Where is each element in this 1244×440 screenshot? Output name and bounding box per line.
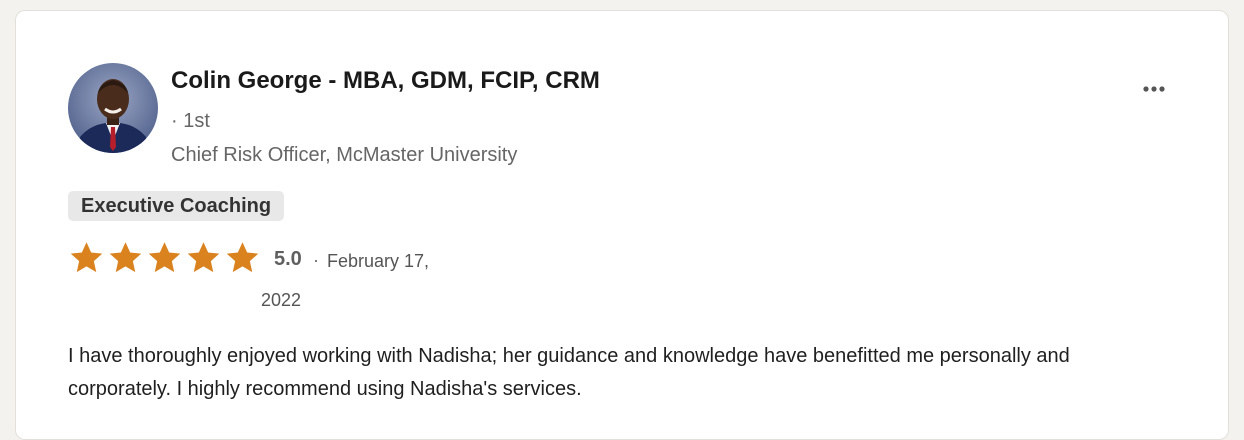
review-card: Colin George - MBA, GDM, FCIP, CRM · 1st… (15, 10, 1229, 440)
reviewer-headline: Chief Risk Officer, McMaster University (171, 144, 518, 166)
avatar[interactable] (68, 63, 158, 153)
connection-degree: · 1st (171, 110, 210, 132)
more-options-button[interactable] (1134, 75, 1174, 103)
reviewer-name[interactable]: Colin George - MBA, GDM, FCIP, CRM (171, 67, 600, 95)
review-date: February 17, (327, 251, 430, 271)
rating-value: 5.0 (274, 248, 302, 270)
more-options-icon (1143, 86, 1165, 92)
star-icon (185, 240, 222, 276)
star-rating (68, 240, 261, 276)
review-text: I have thoroughly enjoyed working with N… (68, 345, 1070, 400)
star-icon (68, 240, 105, 276)
star-icon (146, 240, 183, 276)
review-date-year: 2022 (261, 290, 302, 310)
star-icon (224, 240, 261, 276)
star-icon (107, 240, 144, 276)
service-tag: Executive Coaching (68, 191, 285, 221)
rating-separator: · (313, 250, 319, 270)
